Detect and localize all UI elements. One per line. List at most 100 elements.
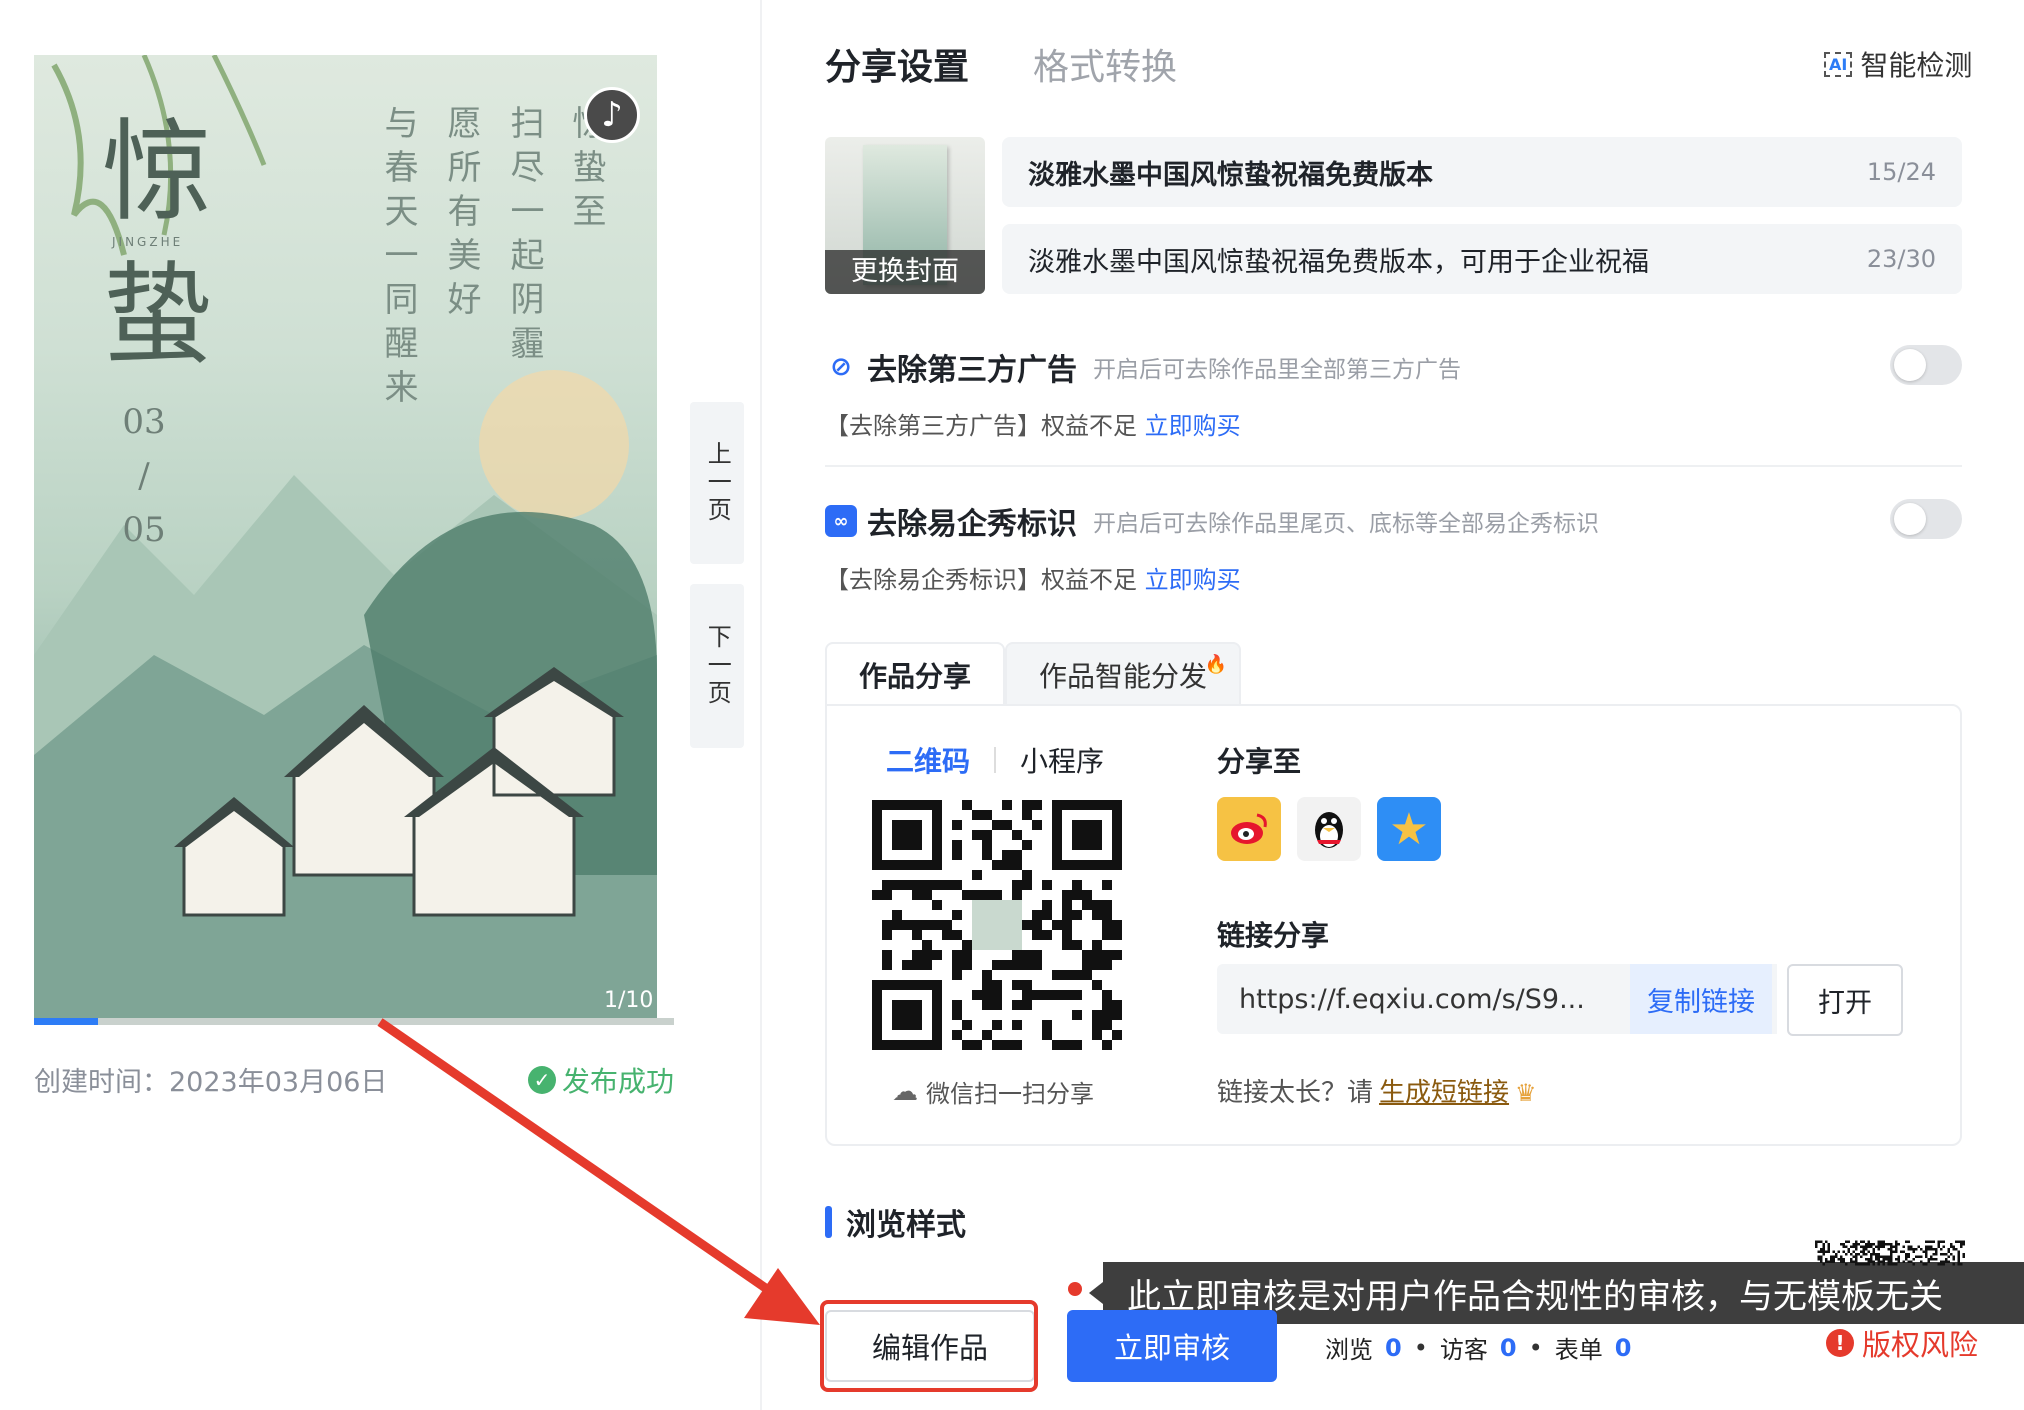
link-share-heading: 链接分享 xyxy=(1217,919,1330,952)
wechat-scan-hint: ☁ 微信扫一扫分享 xyxy=(892,1074,1094,1109)
stats-bar: 浏览 0 • 访客 0 • 表单 0 xyxy=(1325,1330,1631,1365)
publish-status-label: 发布成功 xyxy=(562,1065,675,1098)
remove-ads-toggle[interactable] xyxy=(1890,345,1962,385)
remove-ads-note-text: 【去除第三方广告】权益不足 xyxy=(825,412,1137,440)
copyright-risk-label: 版权风险 xyxy=(1862,1328,1979,1362)
forms-label: 表单 xyxy=(1554,1336,1603,1364)
dot-separator: • xyxy=(1413,1333,1428,1362)
browse-style-label: 浏览样式 xyxy=(846,1208,966,1243)
poster-title-char-1: 惊 xyxy=(102,108,212,236)
share-qr-code xyxy=(872,800,1122,1050)
qq-penguin-glyph xyxy=(1315,812,1343,848)
poem-line-4: 与春天一同醒来 xyxy=(378,105,418,413)
ad-block-icon: ⊘ xyxy=(825,351,857,383)
title-field-count: 15/24 xyxy=(1866,158,1936,186)
feature-remove-brand-title: 去除易企秀标识 xyxy=(867,507,1077,542)
preview-progress-bar xyxy=(34,1018,674,1025)
feature-remove-ads-desc: 开启后可去除作品里全部第三方广告 xyxy=(1093,357,1461,383)
feature-remove-ads-title: 去除第三方广告 xyxy=(867,353,1077,388)
description-field[interactable]: 淡雅水墨中国风惊蛰祝福免费版本，可用于企业祝福 23/30 xyxy=(1002,224,1962,294)
poster-preview: 惊 JINGZHE 蛰 03 / 05 惊蛰至 扫尽一起阴霾 愿所有美好 与春天… xyxy=(34,55,657,1025)
qq-icon[interactable] xyxy=(1297,797,1361,861)
remove-ads-note: 【去除第三方广告】权益不足 立即购买 xyxy=(825,406,1241,441)
short-link-hint: 链接太长？请 生成短链接 ♛ xyxy=(1217,1072,1545,1109)
views-count: 0 xyxy=(1385,1333,1402,1362)
wechat-scan-label: 微信扫一扫分享 xyxy=(926,1080,1094,1108)
description-field-count: 23/30 xyxy=(1866,245,1936,273)
buy-now-link[interactable]: 立即购买 xyxy=(1145,566,1241,594)
weibo-glyph xyxy=(1231,813,1267,844)
ai-scan-icon: AI xyxy=(1824,51,1853,77)
poster-date: 03 / 05 xyxy=(114,395,174,557)
dot-separator: • xyxy=(1528,1333,1543,1362)
browse-style-heading: 浏览样式 xyxy=(825,1200,966,1244)
preview-progress-fill xyxy=(34,1018,98,1025)
tab-smart-distribute-label: 作品智能分发 xyxy=(1039,660,1208,693)
publish-status: ✓ 发布成功 xyxy=(528,1060,674,1100)
check-circle-icon: ✓ xyxy=(528,1066,556,1094)
qzone-icon[interactable]: ★ xyxy=(1377,797,1441,861)
remove-brand-toggle[interactable] xyxy=(1890,499,1962,539)
brand-logo-icon: ∞ xyxy=(825,505,857,537)
toggle-knob xyxy=(1894,503,1926,535)
crown-icon: ♛ xyxy=(1515,1078,1537,1107)
poem-line-2: 扫尽一起阴霾 xyxy=(504,105,544,369)
warning-icon: ! xyxy=(1826,1329,1854,1357)
page-indicator: 1/10 xyxy=(604,988,654,1013)
section-divider xyxy=(825,465,1962,467)
next-page-label: 下一页 xyxy=(703,624,732,708)
description-field-value: 淡雅水墨中国风惊蛰祝福免费版本，可用于企业祝福 xyxy=(1028,246,1649,278)
highlight-frame xyxy=(820,1300,1038,1392)
generate-short-link[interactable]: 生成短链接 xyxy=(1379,1072,1509,1109)
tab-separator xyxy=(994,747,997,773)
tab-smart-distribute[interactable]: 作品智能分发 🔥 xyxy=(1005,642,1242,706)
prev-page-label: 上一页 xyxy=(703,441,732,525)
open-link-button[interactable]: 打开 xyxy=(1787,964,1903,1036)
forms-count: 0 xyxy=(1614,1333,1632,1362)
share-tabs: 作品分享 作品智能分发 🔥 xyxy=(825,642,1242,706)
notification-dot xyxy=(1068,1282,1082,1296)
copy-link-button[interactable]: 复制链接 xyxy=(1630,964,1772,1034)
feature-remove-brand-desc: 开启后可去除作品里尾页、底标等全部易企秀标识 xyxy=(1093,511,1599,537)
next-page-button[interactable]: 下一页 xyxy=(690,584,744,748)
remove-brand-note-text: 【去除易企秀标识】权益不足 xyxy=(825,566,1137,594)
share-to-heading: 分享至 xyxy=(1217,745,1302,778)
tab-share-settings[interactable]: 分享设置 xyxy=(825,38,969,90)
section-marker xyxy=(825,1206,832,1238)
views-label: 浏览 xyxy=(1325,1336,1373,1364)
poem-line-3: 愿所有美好 xyxy=(441,105,481,325)
tab-format-convert[interactable]: 格式转换 xyxy=(1033,38,1177,90)
weibo-icon[interactable] xyxy=(1217,797,1281,861)
audit-now-button[interactable]: 立即审核 xyxy=(1067,1310,1277,1382)
short-link-hint-text: 链接太长？请 xyxy=(1217,1078,1374,1108)
poster-title-char-2: 蛰 xyxy=(102,251,212,379)
poster-date-sep: / xyxy=(138,456,150,496)
visitors-count: 0 xyxy=(1499,1333,1517,1362)
title-field-value: 淡雅水墨中国风惊蛰祝福免费版本 xyxy=(1028,159,1433,191)
toggle-knob xyxy=(1894,349,1926,381)
copyright-risk-link[interactable]: ! 版权风险 xyxy=(1826,1322,1978,1364)
smart-detect-button[interactable]: AI 智能检测 xyxy=(1824,44,1972,84)
cover-thumbnail[interactable]: 更换封面 xyxy=(825,137,985,294)
panel-divider xyxy=(760,0,762,1410)
fire-icon: 🔥 xyxy=(1204,654,1228,675)
smart-detect-label: 智能检测 xyxy=(1860,49,1973,82)
feature-remove-brand: ∞ 去除易企秀标识 开启后可去除作品里尾页、底标等全部易企秀标识 xyxy=(825,499,1599,543)
visitors-label: 访客 xyxy=(1439,1336,1488,1364)
poster-date-day: 05 xyxy=(122,510,166,550)
qr-tabs: 二维码 小程序 xyxy=(886,740,1104,780)
tab-work-share[interactable]: 作品分享 xyxy=(825,642,1006,706)
prev-page-button[interactable]: 上一页 xyxy=(690,402,744,564)
tab-qrcode[interactable]: 二维码 xyxy=(886,740,970,780)
poster-date-month: 03 xyxy=(122,402,166,442)
title-field[interactable]: 淡雅水墨中国风惊蛰祝福免费版本 15/24 xyxy=(1002,137,1962,207)
music-note-icon[interactable]: ♪ xyxy=(584,87,640,143)
created-time: 创建时间：2023年03月06日 xyxy=(34,1067,388,1098)
feature-remove-ads: ⊘ 去除第三方广告 开启后可去除作品里全部第三方广告 xyxy=(825,345,1461,389)
change-cover-button[interactable]: 更换封面 xyxy=(825,250,985,294)
wechat-icon: ☁ xyxy=(892,1076,918,1107)
buy-now-link[interactable]: 立即购买 xyxy=(1145,412,1241,440)
poster-pinyin: JINGZHE xyxy=(112,235,184,249)
qzone-star-glyph: ★ xyxy=(1389,803,1429,855)
tab-miniprogram[interactable]: 小程序 xyxy=(1020,740,1104,780)
